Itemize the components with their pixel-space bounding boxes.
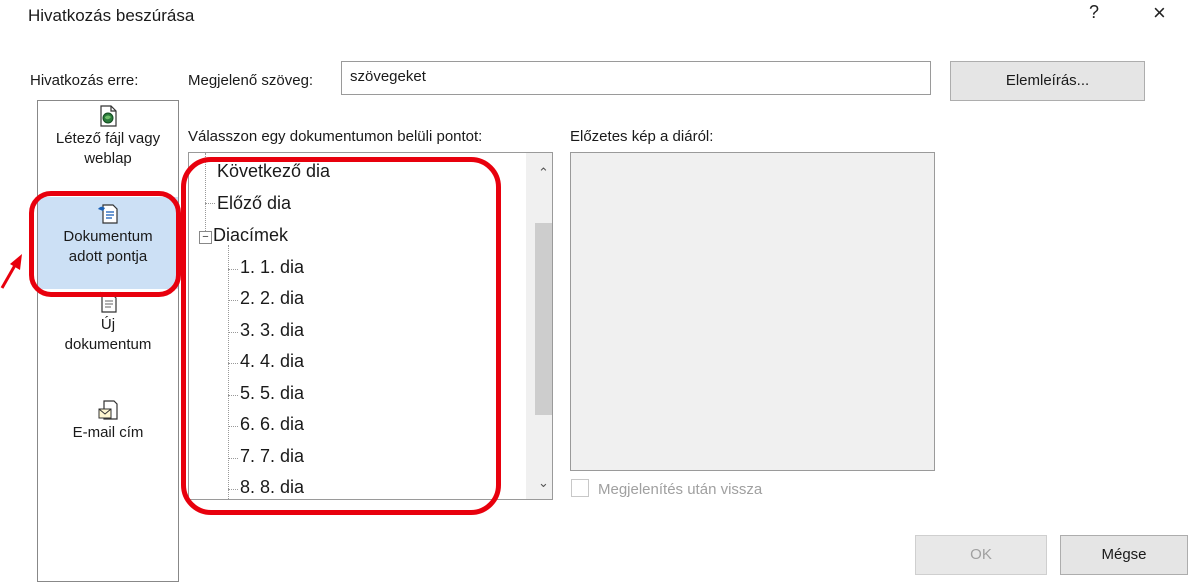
tree-connector [228,300,238,301]
ok-button[interactable]: OK [915,535,1047,575]
help-button[interactable]: ? [1089,2,1099,23]
document-place-tree[interactable]: Következő dia Előző dia − Diacímek 1. 1.… [188,152,553,500]
slide-preview [570,152,935,471]
scroll-up-icon[interactable]: ⌃ [535,165,552,181]
scroll-thumb[interactable] [535,223,552,415]
link-existing-file-or-web-page[interactable]: Létező fájl vagy weblap [38,105,178,195]
tree-item-slide[interactable]: 3. 3. dia [240,320,304,341]
tree-connector [228,489,238,490]
cancel-button[interactable]: Mégse [1060,535,1188,575]
tree-connector [228,395,238,396]
tree-item-next-slide[interactable]: Következő dia [217,161,330,182]
tree-item-slide[interactable]: 8. 8. dia [240,477,304,498]
link-item-label: weblap [84,150,132,167]
show-and-return-checkbox[interactable] [571,479,589,497]
tree-item-slide[interactable]: 1. 1. dia [240,257,304,278]
tree-expander-icon[interactable]: − [199,231,212,244]
annotation-arrow-icon [0,254,22,289]
link-place-in-document[interactable]: Dokumentum adott pontja [38,197,178,289]
link-item-label: adott pontja [68,248,148,265]
tree-item-slide[interactable]: 2. 2. dia [240,288,304,309]
scroll-down-icon[interactable]: ⌄ [535,475,552,491]
show-and-return-label: Megjelenítés után vissza [598,481,763,498]
link-item-label: dokumentum [64,336,152,353]
tree-item-slide[interactable]: 7. 7. dia [240,446,304,467]
tree-scrollbar[interactable]: ⌃ ⌄ [526,153,552,499]
document-place-icon [98,204,118,224]
tree-item-slide[interactable]: 5. 5. dia [240,383,304,404]
tree-connector [228,269,238,270]
tree-connector [228,332,238,333]
tree-connector [228,245,229,499]
tree-connector [205,153,206,243]
close-button[interactable]: × [1153,0,1166,26]
link-to-label: Hivatkozás erre: [30,72,139,89]
new-document-icon [97,291,117,313]
tree-connector [228,426,238,427]
link-to-bar: Létező fájl vagy weblap Dokumentum adott… [37,100,179,582]
tree-connector [228,363,238,364]
tree-item-slide[interactable]: 4. 4. dia [240,351,304,372]
tree-item-slide-titles[interactable]: Diacímek [213,225,288,246]
link-new-document[interactable]: Új dokumentum [38,291,178,381]
link-item-label: E-mail cím [72,424,144,441]
tree-connector [228,458,238,459]
link-item-label: Létező fájl vagy [55,130,161,147]
link-item-label: Új [100,316,116,333]
display-text-input[interactable]: szövegeket [341,61,931,95]
tree-item-slide[interactable]: 6. 6. dia [240,414,304,435]
display-text-label: Megjelenő szöveg: [188,72,314,89]
slide-preview-label: Előzetes kép a diáról: [570,128,714,145]
place-in-document-label: Válasszon egy dokumentumon belüli pontot… [188,128,483,145]
tree-item-previous-slide[interactable]: Előző dia [217,193,291,214]
link-item-label: Dokumentum [63,228,153,245]
dialog-title: Hivatkozás beszúrása [28,6,195,25]
link-email-address[interactable]: E-mail cím [38,399,178,469]
email-icon [98,400,118,420]
screentip-button[interactable]: Elemleírás... [950,61,1145,101]
web-file-icon [100,105,117,127]
tree-connector [205,203,215,204]
